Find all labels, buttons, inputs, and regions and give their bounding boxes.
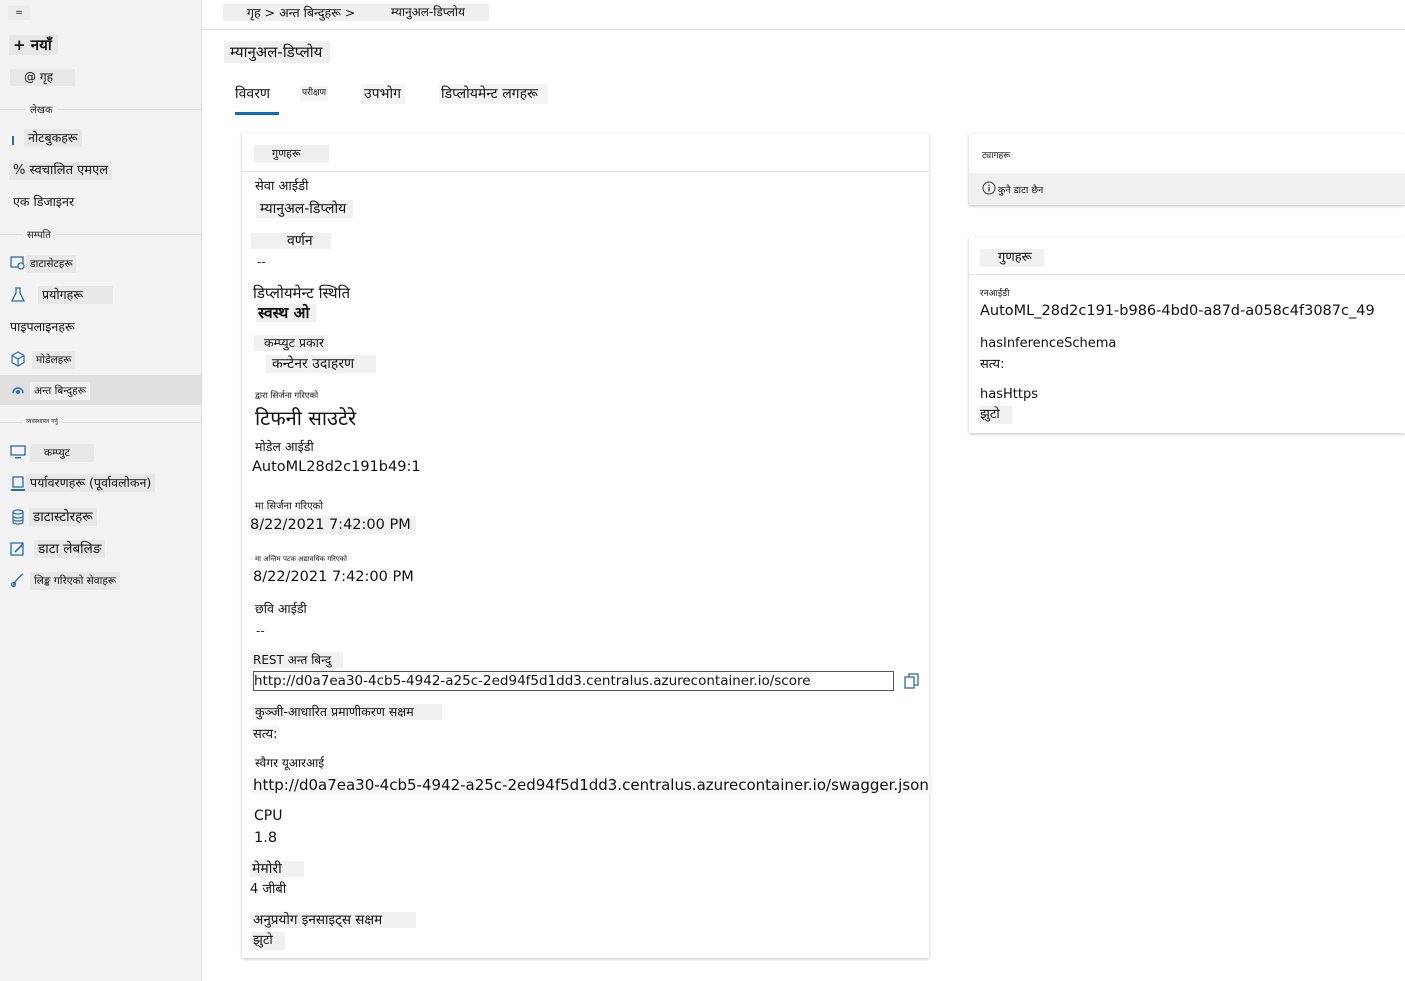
service-id-value: म्यानुअल-डिप्लोय bbox=[256, 200, 354, 218]
tab-test[interactable]: परीक्षण bbox=[300, 86, 329, 101]
card-title: ट्यागहरू bbox=[980, 148, 1013, 164]
datastores-icon bbox=[10, 509, 26, 525]
environments-icon bbox=[10, 476, 26, 492]
run-id-value: AutoML_28d2c191-b986-4bd0-a87d-a058c4f30… bbox=[980, 303, 1375, 319]
sidebar-item-label: पाइपलाइनहरू bbox=[6, 318, 79, 336]
updated-on-value: 8/22/2021 7:42:00 PM bbox=[253, 569, 414, 585]
sidebar-item-label: नोटबुकहरू bbox=[24, 129, 82, 147]
rest-endpoint-field[interactable]: http://d0a7ea30-4cb5-4942-a25c-2ed94f5d1… bbox=[253, 671, 894, 691]
sidebar-item-home[interactable]: @ गृह bbox=[10, 69, 75, 86]
created-by-value: टिफनी साउटेरे bbox=[255, 406, 357, 430]
sidebar-item-experiments[interactable]: प्रयोगहरू bbox=[0, 280, 202, 310]
run-id-label: रनआईडी bbox=[978, 286, 1012, 302]
deploy-state-label: डिप्लोयमेन्ट स्थिति bbox=[251, 284, 353, 302]
card-header-divider bbox=[969, 274, 1405, 275]
service-id-label: सेवा आईडी bbox=[253, 179, 311, 195]
model-id-value: AutoML28d2c191b49:1 bbox=[252, 459, 421, 475]
sidebar-item-label: मोडेलहरू bbox=[32, 351, 76, 369]
datasets-icon bbox=[10, 255, 26, 271]
sidebar-item-notebooks[interactable]: नोटबुकहरू bbox=[0, 123, 202, 153]
info-icon bbox=[982, 181, 996, 201]
sidebar-item-label: डाटा लेबलिङ bbox=[34, 540, 106, 558]
sidebar-item-label: % स्वचालित एमएल bbox=[9, 162, 113, 180]
hamburger-menu-icon[interactable]: = bbox=[8, 6, 30, 20]
has-inference-schema-label: hasInferenceSchema bbox=[978, 336, 1119, 352]
tags-empty-state: कुनै डाटा छैन bbox=[982, 181, 1043, 201]
compute-type-value: कन्टेनर उदाहरण bbox=[266, 355, 377, 373]
sidebar-item-label: डाटास्टोरहरू bbox=[29, 508, 97, 526]
rest-endpoint-label: REST अन्त बिन्दु bbox=[251, 652, 344, 668]
updated-on-label: मा अन्तिम पटक अद्यावधिक गरिएको bbox=[253, 551, 349, 567]
sidebar-item-label: अन्त बिन्दुहरू bbox=[30, 382, 90, 400]
tags-card: ट्यागहरू कुनै डाटा छैन bbox=[969, 134, 1405, 205]
memory-value: 4 जीबी bbox=[250, 882, 287, 897]
card-title: गुणहरू bbox=[980, 249, 1044, 267]
sidebar-item-designer[interactable]: एक डिजाइनर bbox=[0, 187, 202, 217]
section-assets-label: सम्पति bbox=[23, 227, 55, 241]
tab-consume[interactable]: उपभोग bbox=[362, 84, 405, 104]
sidebar-item-label: डाटासेटहरू bbox=[26, 255, 77, 273]
sidebar-item-datastores[interactable]: डाटास्टोरहरू bbox=[0, 502, 202, 532]
breadcrumb[interactable]: गृह > अन्त बिन्दुहरू > bbox=[223, 4, 388, 21]
linked-services-icon bbox=[10, 572, 26, 588]
app-insights-value: झुटो bbox=[251, 932, 285, 950]
sidebar-item-compute[interactable]: कम्प्युट bbox=[0, 437, 202, 467]
sidebar-item-label: पर्यावरणहरू (पूर्वावलोकन) bbox=[26, 474, 156, 492]
sidebar-item-label: एक डिजाइनर bbox=[9, 193, 79, 211]
sidebar-item-datasets[interactable]: डाटासेटहरू bbox=[0, 248, 202, 278]
card-header: गुणहरू bbox=[242, 133, 929, 172]
section-manage-label: व्यवस्थापन गर्नु bbox=[22, 417, 62, 425]
top-bar: गृह > अन्त बिन्दुहरू > म्यानुअल-डिप्लोय bbox=[202, 0, 1405, 30]
key-auth-label: कुञ्जी-आधारित प्रमाणीकरण सक्षम bbox=[253, 704, 442, 720]
cpu-label: CPU bbox=[252, 808, 285, 824]
memory-label: मेमोरी bbox=[250, 861, 304, 877]
description-value: -- bbox=[257, 255, 266, 269]
cpu-value: 1.8 bbox=[254, 830, 278, 846]
compute-icon bbox=[10, 444, 26, 460]
sidebar-item-label: कम्प्युट bbox=[30, 444, 94, 462]
new-button[interactable]: + नयाँ bbox=[9, 35, 58, 55]
created-by-label: द्वारा सिर्जना गरिएको bbox=[253, 388, 321, 404]
sidebar-item-pipelines[interactable]: पाइपलाइनहरू bbox=[0, 312, 202, 342]
sidebar-item-linked-services[interactable]: लिङ्क गरिएको सेवाहरू bbox=[0, 565, 202, 595]
created-on-label: मा सिर्जना गरिएको bbox=[253, 499, 325, 515]
description-label: वर्णन bbox=[251, 233, 331, 249]
sidebar-item-endpoints[interactable]: अन्त बिन्दुहरू bbox=[0, 375, 202, 405]
models-icon bbox=[10, 351, 26, 367]
sidebar-item-automl[interactable]: % स्वचालित एमएल bbox=[0, 155, 202, 185]
key-auth-value: सत्य: bbox=[251, 726, 280, 744]
compute-type-label: कम्प्युट प्रकार bbox=[254, 335, 328, 351]
image-id-label: छवि आईडी bbox=[253, 601, 309, 617]
properties-card: गुणहरू रनआईडी AutoML_28d2c191-b986-4bd0-… bbox=[969, 237, 1405, 433]
copy-icon[interactable] bbox=[903, 672, 921, 690]
deploy-state-value: स्वस्थ ओ bbox=[256, 304, 316, 322]
active-tab-indicator bbox=[235, 112, 279, 115]
breadcrumb-current: म्यानुअल-डिप्लोय bbox=[388, 4, 489, 21]
app-insights-label: अनुप्रयोग इनसाइट्स सक्षम bbox=[251, 912, 417, 928]
model-id-label: मोडेल आईडी bbox=[253, 439, 316, 455]
sidebar-item-environments[interactable]: पर्यावरणहरू (पूर्वावलोकन) bbox=[0, 469, 202, 499]
section-author-label: लेखक bbox=[26, 102, 57, 116]
swagger-uri-value: http://d0a7ea30-4cb5-4942-a25c-2ed94f5d1… bbox=[251, 776, 933, 794]
attributes-card: गुणहरू bbox=[242, 133, 929, 958]
left-navigation: = + नयाँ @ गृह लेखक नोटबुकहरू % स्वचालित… bbox=[0, 0, 202, 981]
endpoints-icon bbox=[10, 382, 26, 398]
has-https-label: hasHttps bbox=[978, 387, 1040, 403]
page-title: म्यानुअल-डिप्लोय bbox=[224, 41, 331, 63]
created-on-value: 8/22/2021 7:42:00 PM bbox=[248, 516, 416, 534]
has-https-value: झुटो bbox=[978, 406, 1012, 424]
image-id-value: -- bbox=[256, 624, 265, 638]
sidebar-item-models[interactable]: मोडेलहरू bbox=[0, 344, 202, 374]
experiments-icon bbox=[10, 287, 26, 303]
swagger-uri-label: स्वैगर यूआरआई bbox=[253, 755, 327, 771]
card-title: गुणहरू bbox=[254, 145, 329, 163]
tab-deployment-logs[interactable]: डिप्लोयमेन्ट लगहरू bbox=[439, 84, 548, 104]
sidebar-item-label: प्रयोगहरू bbox=[38, 286, 113, 304]
data-labeling-icon bbox=[10, 541, 26, 557]
sidebar-item-label: लिङ्क गरिएको सेवाहरू bbox=[30, 572, 121, 590]
tab-details[interactable]: विवरण bbox=[235, 84, 271, 104]
sidebar-item-data-labeling[interactable]: डाटा लेबलिङ bbox=[0, 534, 202, 564]
empty-text: कुनै डाटा छैन bbox=[998, 185, 1044, 196]
has-inference-schema-value: सत्य: bbox=[978, 356, 1007, 374]
